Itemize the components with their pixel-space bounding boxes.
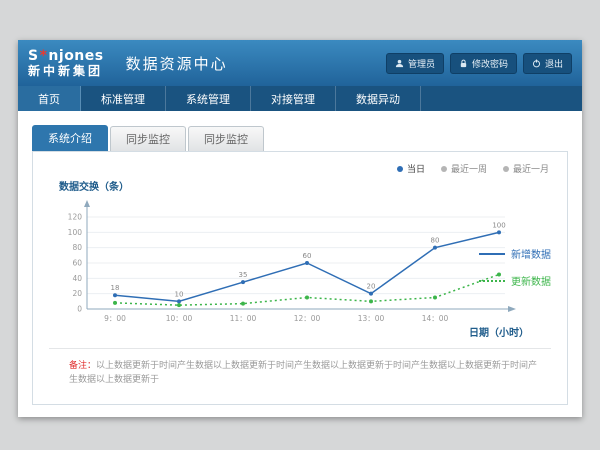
- tab-sync-monitor-1[interactable]: 同步监控: [110, 126, 186, 151]
- svg-text:10: 10: [175, 290, 184, 298]
- main-nav: 首页 标准管理 系统管理 对接管理 数据异动: [18, 86, 582, 111]
- svg-text:60: 60: [303, 252, 312, 260]
- filter-dot-icon: [397, 166, 403, 172]
- series-legend: 新增数据 更新数据: [479, 246, 551, 288]
- logout-button[interactable]: 退出: [523, 53, 572, 74]
- header-actions: 管理员 修改密码 退出: [386, 53, 572, 74]
- y-axis-title: 数据交换（条）: [59, 178, 129, 193]
- legend-new-data[interactable]: 新增数据: [479, 246, 551, 261]
- tab-sync-monitor-2[interactable]: 同步监控: [188, 126, 264, 151]
- filter-last-week[interactable]: 最近一周: [441, 162, 487, 175]
- filter-last-week-label: 最近一周: [451, 162, 487, 175]
- app-window: S*njones 新中新集团 数据资源中心 管理员 修改密码 退出: [18, 40, 582, 417]
- legend-new-data-label: 新增数据: [511, 246, 551, 261]
- svg-text:18: 18: [111, 284, 120, 292]
- footnote-text: 以上数据更新于时间产生数据以上数据更新于时间产生数据以上数据更新于时间产生数据以…: [69, 361, 537, 385]
- legend-updated-data-label: 更新数据: [511, 273, 551, 288]
- filter-today[interactable]: 当日: [397, 162, 425, 175]
- logo-star-icon: *: [40, 48, 48, 64]
- nav-item-home[interactable]: 首页: [18, 86, 81, 111]
- filter-dot-icon: [503, 166, 509, 172]
- svg-text:20: 20: [367, 283, 376, 291]
- svg-text:120: 120: [68, 213, 83, 222]
- svg-text:35: 35: [239, 271, 248, 279]
- line-chart: 0 20 40 60 80 100 120 9：00 10：00 11：00 12：00 13：00 1…: [47, 194, 527, 326]
- dotted-line-icon: [479, 280, 505, 282]
- svg-text:12：00: 12：00: [294, 314, 321, 323]
- admin-button[interactable]: 管理员: [386, 53, 444, 74]
- legend-updated-data[interactable]: 更新数据: [479, 273, 551, 288]
- app-title: 数据资源中心: [126, 53, 228, 74]
- svg-text:9：00: 9：00: [104, 314, 126, 323]
- filter-today-label: 当日: [407, 162, 425, 175]
- filter-last-month[interactable]: 最近一月: [503, 162, 549, 175]
- svg-text:13：00: 13：00: [358, 314, 385, 323]
- power-icon: [532, 59, 541, 68]
- svg-text:80: 80: [431, 237, 440, 245]
- svg-text:11：00: 11：00: [230, 314, 257, 323]
- solid-line-icon: [479, 253, 505, 255]
- filter-last-month-label: 最近一月: [513, 162, 549, 175]
- brand-logo: S*njones 新中新集团: [28, 49, 104, 77]
- svg-text:100: 100: [68, 228, 83, 237]
- svg-text:40: 40: [72, 274, 82, 283]
- x-axis-title: 日期（小时）: [469, 324, 529, 339]
- svg-text:100: 100: [492, 221, 505, 229]
- svg-text:20: 20: [72, 289, 82, 298]
- brand-company: 新中新集团: [28, 65, 104, 78]
- main-content: 系统介绍 同步监控 同步监控 当日 最近一周 最近一月: [18, 111, 582, 405]
- nav-item-system-management[interactable]: 系统管理: [166, 86, 251, 111]
- logout-button-label: 退出: [545, 57, 563, 70]
- nav-item-integration-management[interactable]: 对接管理: [251, 86, 336, 111]
- svg-text:14：00: 14：00: [422, 314, 449, 323]
- change-password-button[interactable]: 修改密码: [450, 53, 517, 74]
- user-icon: [395, 59, 404, 68]
- svg-text:80: 80: [72, 243, 82, 252]
- chart-area: 0 20 40 60 80 100 120 9：00 10：00 11：00 12：00 13：00 1…: [47, 194, 527, 330]
- tab-bar: 系统介绍 同步监控 同步监控: [32, 127, 568, 151]
- tab-system-intro[interactable]: 系统介绍: [32, 125, 108, 151]
- svg-text:10：00: 10：00: [166, 314, 193, 323]
- nav-item-standard-management[interactable]: 标准管理: [81, 86, 166, 111]
- lock-icon: [459, 59, 468, 68]
- brand-name: S*njones: [28, 49, 104, 64]
- nav-item-data-change[interactable]: 数据异动: [336, 86, 421, 111]
- time-range-filters: 当日 最近一周 最近一月: [397, 162, 549, 175]
- svg-text:60: 60: [72, 259, 82, 268]
- chart-panel: 当日 最近一周 最近一月 数据交换（条） 0 20 40 60 80 100 120 9：00…: [32, 151, 568, 405]
- page-background: S*njones 新中新集团 数据资源中心 管理员 修改密码 退出: [0, 0, 600, 450]
- divider: [49, 348, 551, 349]
- filter-dot-icon: [441, 166, 447, 172]
- footnote: 备注：以上数据更新于时间产生数据以上数据更新于时间产生数据以上数据更新于时间产生…: [69, 360, 541, 387]
- change-password-button-label: 修改密码: [472, 57, 508, 70]
- app-header: S*njones 新中新集团 数据资源中心 管理员 修改密码 退出: [18, 40, 582, 86]
- admin-button-label: 管理员: [408, 57, 435, 70]
- svg-text:0: 0: [77, 305, 82, 314]
- footnote-label: 备注：: [69, 361, 96, 371]
